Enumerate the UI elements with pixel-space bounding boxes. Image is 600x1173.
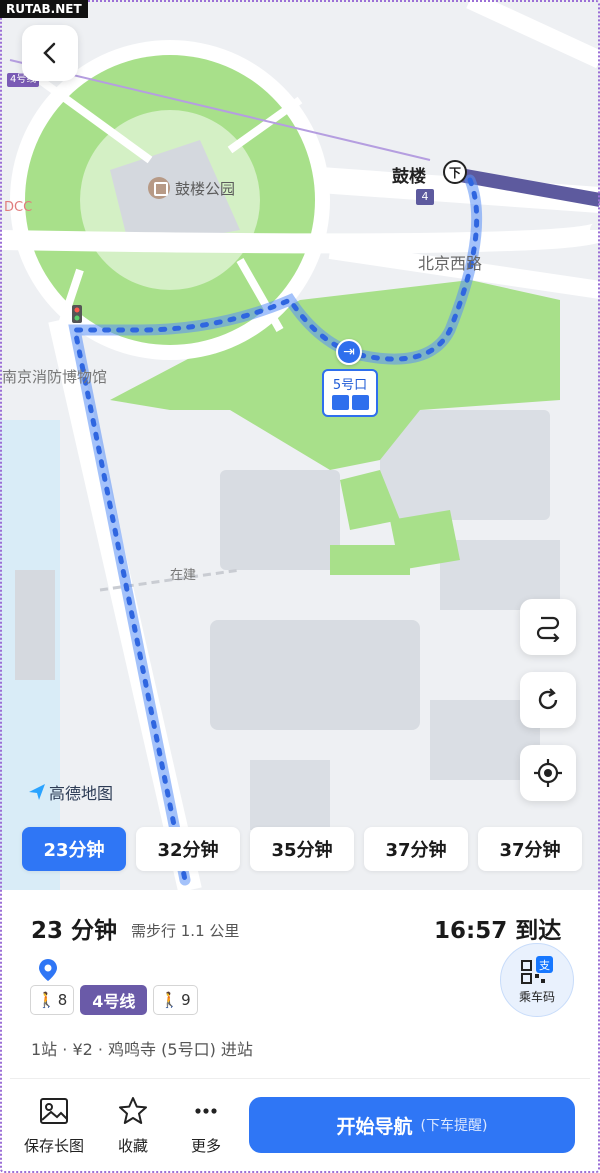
save-image-button[interactable]: 保存长图 (24, 1095, 84, 1156)
walk-after-minutes: 9 (181, 991, 191, 1009)
more-button[interactable]: 更多 (190, 1095, 222, 1156)
metro-line-step: 4号线 (80, 985, 148, 1015)
route-option-3[interactable]: 35分钟 (250, 827, 354, 871)
walk-distance: 需步行 1.1 公里 (131, 922, 240, 940)
route-switch-icon (536, 616, 560, 642)
walk-step-after: 🚶 9 (153, 985, 198, 1015)
back-button[interactable] (22, 25, 78, 81)
route-options: 23分钟 32分钟 35分钟 37分钟 37分钟 (22, 827, 582, 871)
escalator-icon (351, 395, 369, 410)
arrival-time: 16:57 到达 (434, 918, 562, 944)
museum-label[interactable]: 南京消防博物馆 (2, 366, 107, 387)
exit-label: 5号口 (332, 378, 368, 393)
image-icon (40, 1098, 68, 1124)
locate-icon (534, 759, 562, 787)
walk-step-before: 🚶 8 (30, 985, 75, 1015)
map-view[interactable]: 4号线 DCC 鼓楼公园 鼓楼 下 4 北京西路 南京消防博物馆 在建 ⇥ 5号… (0, 0, 600, 890)
qr-code-icon: 支 (521, 956, 553, 984)
route-steps[interactable]: 🚶 8 4号线 🚶 9 (30, 985, 198, 1015)
location-pin-icon (39, 959, 57, 981)
route-option-5[interactable]: 37分钟 (478, 827, 582, 871)
more-dots-icon (195, 1108, 217, 1114)
favorite-label: 收藏 (117, 1137, 148, 1155)
park-name: 鼓楼公园 (175, 179, 236, 198)
walk-before-minutes: 8 (57, 991, 68, 1009)
amap-logo-text: 高德地图 (49, 784, 114, 803)
locate-button[interactable] (520, 745, 576, 801)
exit-card[interactable]: 5号口 (322, 369, 378, 417)
road-label: 北京西路 (418, 254, 483, 273)
start-navigation-label: 开始导航 (336, 1115, 413, 1138)
ride-code-button[interactable]: 支 乘车码 (500, 943, 574, 1017)
favorite-button[interactable]: 收藏 (117, 1095, 149, 1156)
route-switch-button[interactable] (520, 599, 576, 655)
metro-exit-icon[interactable]: 下 (443, 160, 467, 184)
star-icon (119, 1097, 147, 1124)
divider (10, 1078, 590, 1079)
park-label[interactable]: 鼓楼公园 (148, 177, 235, 199)
walk-icon: 🚶 (160, 991, 180, 1009)
line-number-badge: 4 (416, 189, 434, 205)
refresh-icon (538, 688, 558, 710)
route-option-4[interactable]: 37分钟 (364, 827, 468, 871)
start-navigation-button[interactable]: 开始导航 (下车提醒) (249, 1097, 575, 1153)
watermark: RUTAB.NET (0, 0, 88, 18)
route-duration: 23 分钟 (31, 918, 118, 944)
chevron-left-icon (43, 42, 56, 64)
refresh-button[interactable] (520, 672, 576, 728)
alight-reminder-label: (下车提醒) (420, 1118, 488, 1134)
walk-icon: 🚶 (37, 991, 56, 1009)
map-base (0, 0, 600, 890)
station-label[interactable]: 鼓楼 (392, 162, 426, 187)
exit-marker-icon[interactable]: ⇥ (336, 339, 362, 365)
left-edge-label: DCC (4, 200, 33, 215)
stairs-icon (331, 395, 349, 410)
route-option-1[interactable]: 23分钟 (22, 827, 126, 871)
alipay-badge: 支 (539, 959, 550, 972)
amap-logo-icon (29, 784, 45, 800)
park-icon (148, 177, 170, 199)
route-option-2[interactable]: 32分钟 (136, 827, 240, 871)
more-label: 更多 (190, 1137, 221, 1155)
construction-label: 在建 (170, 568, 197, 583)
ride-code-label: 乘车码 (518, 990, 555, 1004)
save-image-label: 保存长图 (24, 1137, 85, 1155)
route-info: 1站 · ¥2 · 鸡鸣寺 (5号口) 进站 (31, 1040, 253, 1059)
amap-logo: 高德地图 (28, 780, 113, 804)
